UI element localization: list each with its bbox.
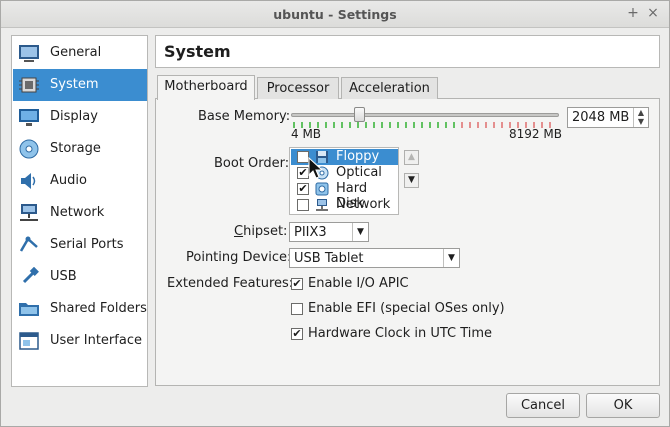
sidebar-item-label: System [50,77,99,92]
settings-sidebar: General System Display Storage Audio Net… [11,35,148,387]
boot-item-label: Network [336,197,391,212]
efi-label: Enable EFI (special OSes only) [308,301,505,316]
tab-processor[interactable]: Processor [257,77,339,99]
chevron-down-icon[interactable]: ▼ [352,223,368,241]
tab-label: Acceleration [349,81,430,96]
sidebar-item-label: Network [50,205,105,220]
boot-item-network[interactable]: Network [291,197,398,213]
spin-buttons[interactable]: ▲ ▼ [633,108,648,127]
folder-icon [19,303,39,316]
boot-order-label: Boot Order: [214,156,290,171]
tab-motherboard[interactable]: Motherboard [157,75,255,100]
cancel-button[interactable]: Cancel [506,393,580,418]
disk-icon [19,139,39,159]
base-memory-slider-handle[interactable] [354,107,365,122]
sidebar-item-storage[interactable]: Storage [13,133,147,165]
usb-icon [22,267,39,284]
boot-checkbox-hard-disk[interactable]: ✔ [297,183,309,195]
speaker-icon [21,173,36,189]
utc-clock-checkbox[interactable]: ✔ [291,328,303,340]
settings-window: ubuntu - Settings + × General System Dis… [0,0,670,427]
tab-label: Motherboard [164,79,248,94]
base-memory-label: Base Memory: [198,109,291,124]
close-button[interactable]: × [645,5,661,21]
sidebar-item-label: Storage [50,141,101,156]
base-memory-value: 2048 MB [572,110,630,125]
sidebar-item-general[interactable]: General [13,37,147,69]
mouse-cursor-icon [308,157,324,179]
base-memory-spinbox[interactable]: 2048 MB ▲ ▼ [567,107,649,128]
sidebar-item-usb[interactable]: USB [13,261,147,293]
serial-port-icon [19,236,38,252]
memory-max-label: 8192 MB [509,127,562,141]
sidebar-item-system[interactable]: System [13,69,147,101]
io-apic-label: Enable I/O APIC [308,276,409,291]
io-apic-checkbox[interactable]: ✔ [291,278,303,290]
boot-order-list[interactable]: Floppy ✔ Optical ✔ Hard Disk Network [289,147,399,215]
boot-checkbox-network[interactable] [297,199,309,211]
sidebar-item-shared-folders[interactable]: Shared Folders [13,293,147,325]
spin-down-icon[interactable]: ▼ [634,117,648,126]
sidebar-item-network[interactable]: Network [13,197,147,229]
chipset-select[interactable]: PIIX3 ▼ [289,222,369,242]
sidebar-item-label: Shared Folders [50,301,147,316]
sidebar-item-user-interface[interactable]: User Interface [13,325,147,357]
sidebar-item-label: User Interface [50,333,142,348]
ok-button[interactable]: OK [586,393,660,418]
pin-button[interactable]: + [625,5,641,21]
network-icon [20,204,38,221]
sidebar-item-display[interactable]: Display [13,101,147,133]
network-icon [316,199,328,211]
page-title: System [164,42,231,61]
chipset-value: PIIX3 [294,225,327,240]
extended-features-label: Extended Features: [167,276,294,291]
sidebar-item-serial-ports[interactable]: Serial Ports [13,229,147,261]
move-down-button[interactable]: ▼ [404,173,419,188]
chipset-label-rest: hipset: [243,224,288,239]
utc-clock-label: Hardware Clock in UTC Time [308,326,493,341]
sidebar-item-label: USB [50,269,77,284]
user-interface-icon [19,332,39,350]
boot-item-hard-disk[interactable]: ✔ Hard Disk [291,181,398,211]
monitor-icon [19,109,39,126]
general-icon [19,45,39,62]
pointing-device-select[interactable]: USB Tablet ▼ [289,248,460,268]
pointing-device-value: USB Tablet [294,251,364,266]
sidebar-item-label: Display [50,109,98,124]
move-up-button[interactable]: ▲ [404,150,419,165]
tab-label: Processor [266,81,330,96]
title-bar[interactable]: ubuntu - Settings + × [1,1,669,28]
hard-disk-icon [315,182,329,196]
chevron-down-icon[interactable]: ▼ [443,249,459,267]
page-header: System [155,35,660,68]
efi-checkbox[interactable] [291,303,303,315]
sidebar-item-label: General [50,45,102,60]
base-memory-slider-track[interactable] [291,113,559,117]
pointing-device-label: Pointing Device: [186,250,292,265]
boot-item-label: Floppy [336,149,380,164]
tab-panel-motherboard [155,98,660,386]
boot-item-label: Optical [336,165,382,180]
chipset-label: Chipset: [234,224,288,239]
sidebar-item-label: Audio [50,173,87,188]
memory-min-label: 4 MB [291,127,322,141]
tab-acceleration[interactable]: Acceleration [341,77,438,99]
sidebar-item-label: Serial Ports [50,237,124,252]
window-title: ubuntu - Settings [273,7,397,22]
chip-icon [19,77,39,93]
sidebar-item-audio[interactable]: Audio [13,165,147,197]
spin-up-icon[interactable]: ▲ [634,108,648,117]
